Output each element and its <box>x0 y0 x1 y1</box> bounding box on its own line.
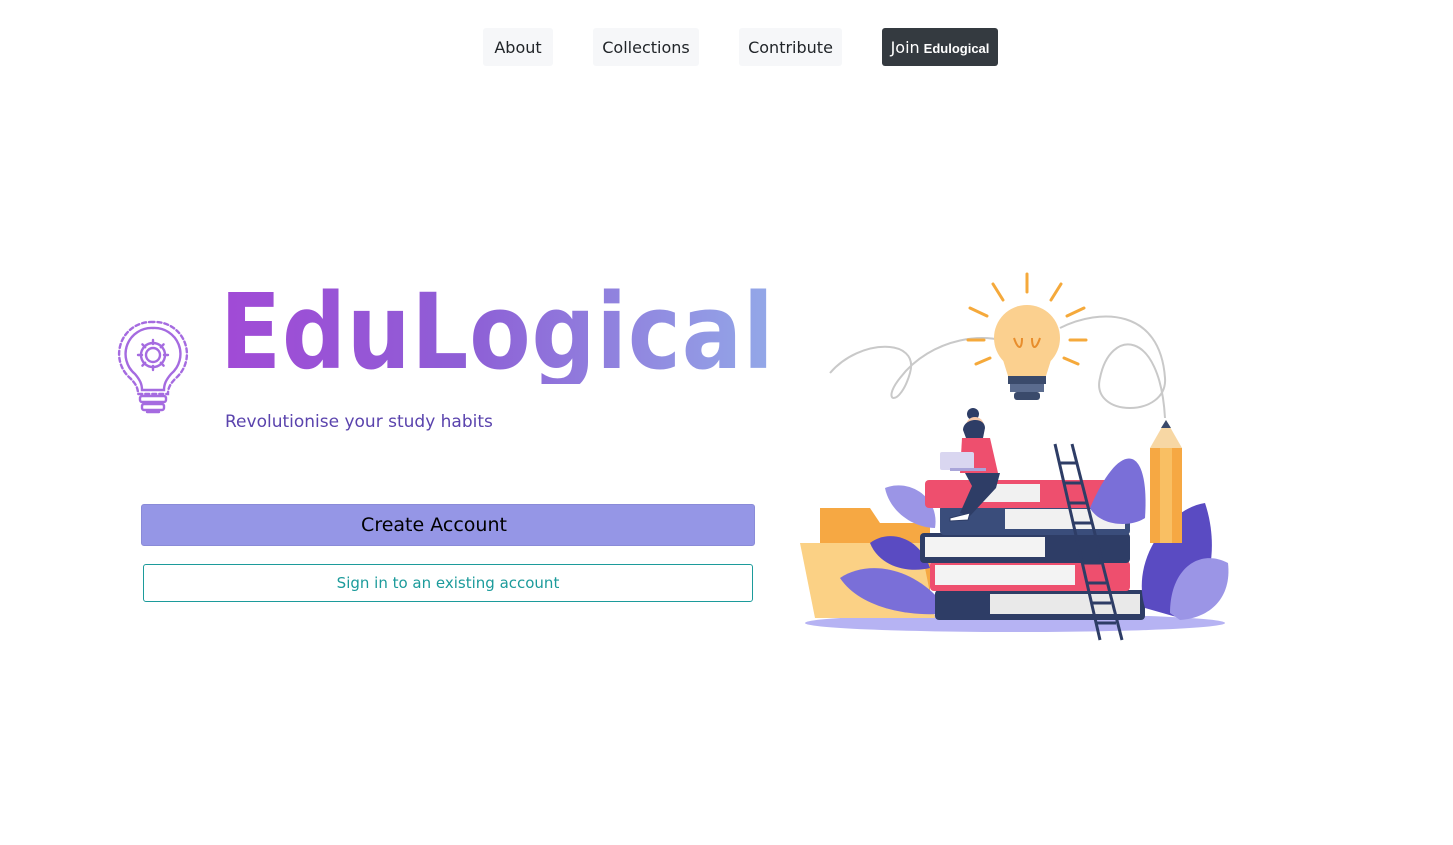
sign-in-label: Sign in to an existing account <box>336 574 560 592</box>
create-account-label: Create Account <box>361 514 507 536</box>
lightbulb-icon <box>994 305 1060 400</box>
tagline: Revolutionise your study habits <box>225 412 493 432</box>
pencil-icon <box>1150 420 1182 543</box>
join-label: Join <box>890 37 920 57</box>
brand-wordmark: EduLogical <box>220 271 775 393</box>
landing-page: About Collections Contribute Join Edulog… <box>0 0 1453 845</box>
study-books-illustration <box>800 272 1229 641</box>
nav-collections-button[interactable]: Collections <box>593 28 699 66</box>
sign-in-button[interactable]: Sign in to an existing account <box>143 564 753 602</box>
nav-contribute-label: Contribute <box>748 37 833 57</box>
join-button[interactable]: Join Edulogical <box>882 28 998 66</box>
create-account-button[interactable]: Create Account <box>141 504 755 546</box>
nav-about-label: About <box>494 37 542 57</box>
nav-about-button[interactable]: About <box>483 28 553 66</box>
nav-collections-label: Collections <box>602 37 690 57</box>
join-brand-label: Edulogical <box>923 40 990 56</box>
nav-contribute-button[interactable]: Contribute <box>739 28 842 66</box>
lightbulb-gear-icon <box>117 320 189 414</box>
